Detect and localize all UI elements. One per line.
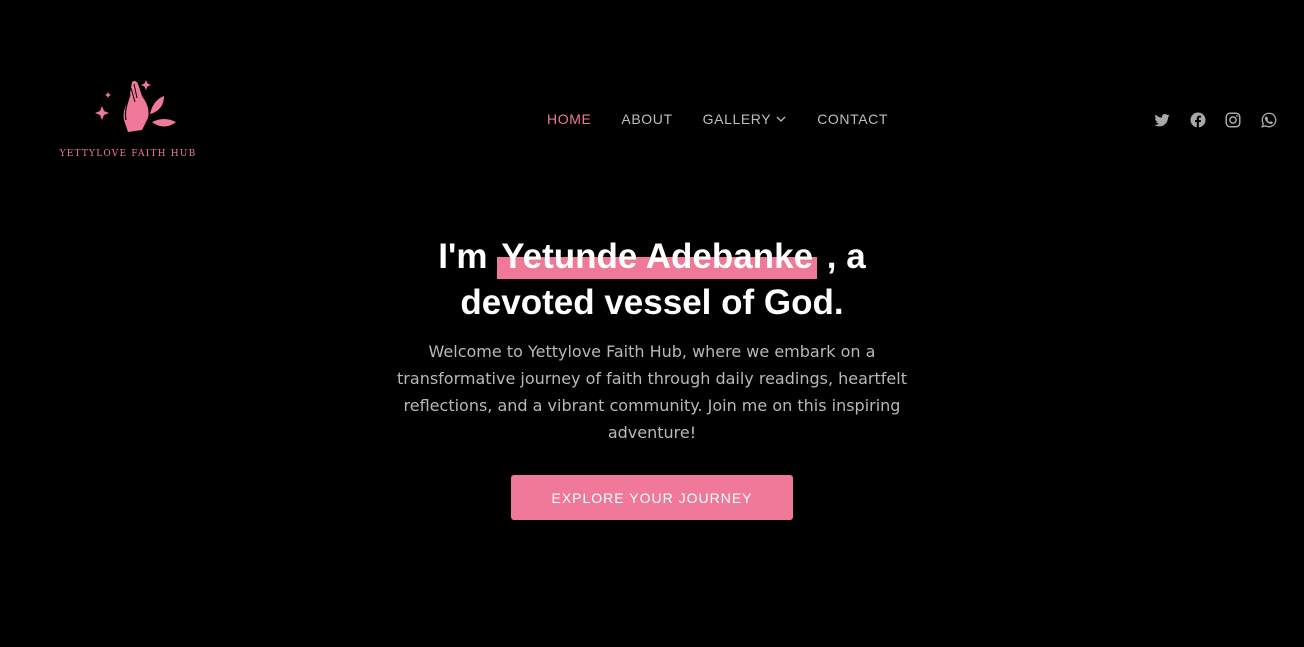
nav-item-gallery[interactable]: GALLERY xyxy=(698,111,793,127)
hero-title-name: Yetunde Adebanke xyxy=(497,234,817,280)
nav-item-about[interactable]: ABOUT xyxy=(616,111,677,127)
whatsapp-link[interactable] xyxy=(1257,108,1281,132)
nav-item-label: CONTACT xyxy=(817,111,889,127)
twitter-link[interactable] xyxy=(1150,108,1174,132)
twitter-icon xyxy=(1154,114,1170,127)
chevron-down-icon xyxy=(776,116,786,122)
social-links xyxy=(1150,108,1292,132)
nav-item-label: GALLERY xyxy=(702,111,772,127)
instagram-link[interactable] xyxy=(1221,108,1245,132)
hero-subtitle: Welcome to Yettylove Faith Hub, where we… xyxy=(397,342,907,442)
hero-title: I'm Yetunde Adebanke , a devoted vessel … xyxy=(332,234,972,326)
explore-journey-button[interactable]: EXPLORE YOUR JOURNEY xyxy=(511,475,793,520)
nav-item-label: ABOUT xyxy=(621,111,673,127)
instagram-icon xyxy=(1225,112,1241,128)
praying-hands-icon xyxy=(95,80,176,142)
nav-item-label: HOME xyxy=(547,111,592,127)
main-nav: HOME ABOUT GALLERY CONTACT xyxy=(532,108,903,130)
logo-text: YETTYLOVE FAITH HUB xyxy=(59,149,197,159)
site-logo[interactable]: YETTYLOVE FAITH HUB xyxy=(52,76,204,162)
nav-item-home[interactable]: HOME xyxy=(542,111,596,127)
facebook-icon xyxy=(1190,112,1205,128)
nav-item-contact[interactable]: CONTACT xyxy=(812,111,893,127)
hero-title-line-2: devoted vessel of God. xyxy=(460,283,844,322)
hero-title-suffix: , a xyxy=(826,237,866,276)
whatsapp-icon xyxy=(1260,112,1276,128)
hero-title-prefix: I'm xyxy=(438,237,488,276)
facebook-link[interactable] xyxy=(1186,108,1210,132)
